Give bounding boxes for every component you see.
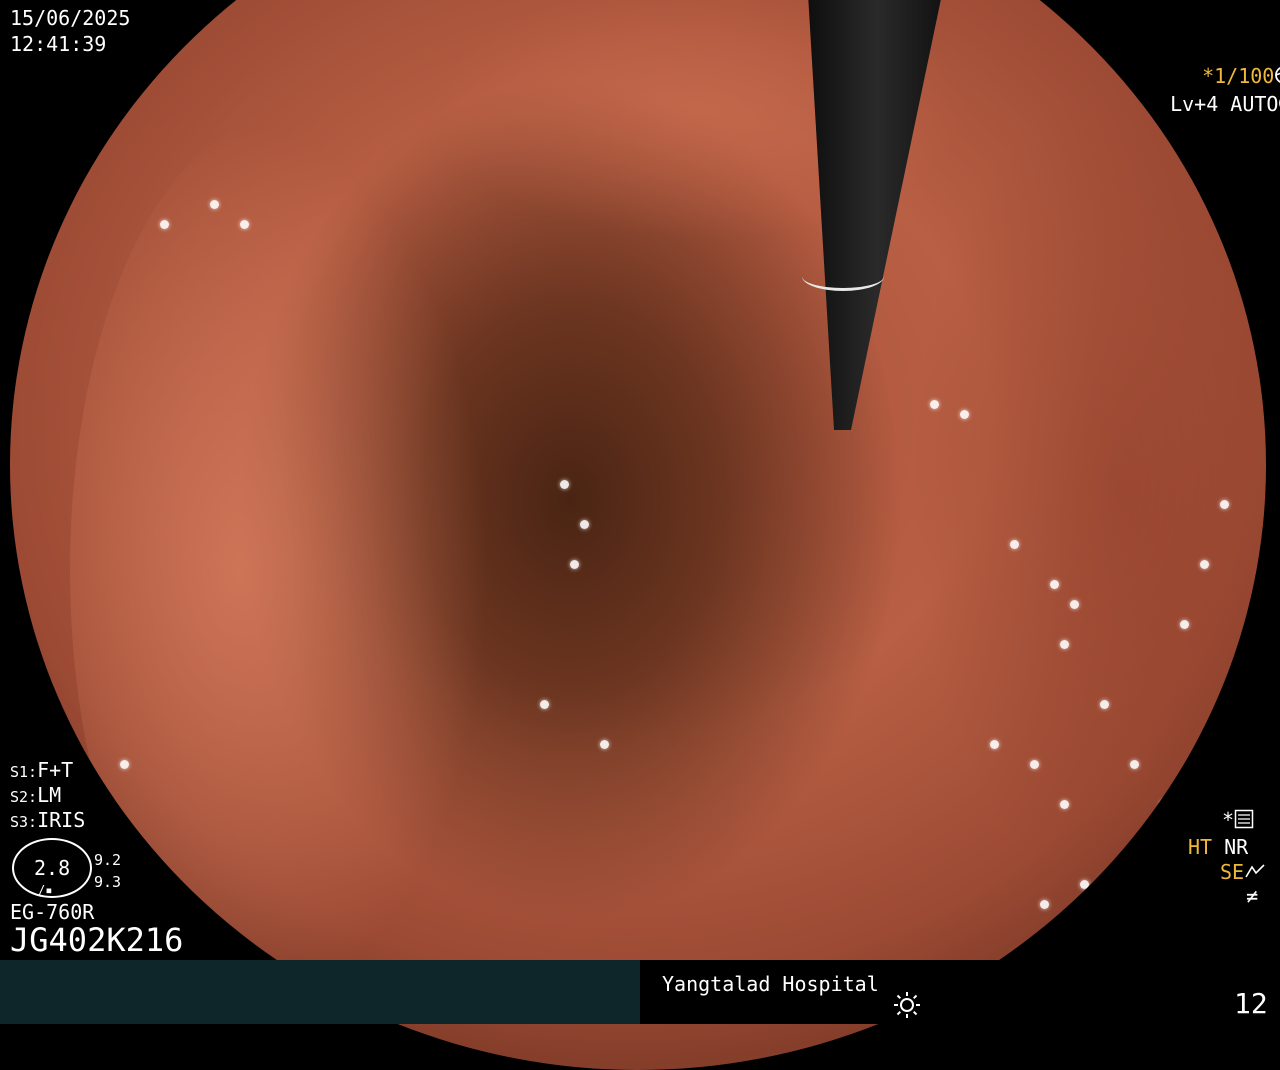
specular-glint [990, 740, 999, 749]
s3-value: IRIS [37, 808, 86, 832]
setting-s3: S3:IRIS [10, 808, 85, 834]
specular-glint [1200, 560, 1209, 569]
specular-glint [1070, 600, 1079, 609]
s2-label: S2: [10, 788, 38, 806]
se-row: SE [1220, 860, 1266, 886]
specular-glint [1060, 640, 1069, 649]
s1-value: F+T [37, 758, 74, 782]
specular-glint [1060, 800, 1069, 809]
specular-glint [960, 410, 969, 419]
specular-glint [240, 220, 249, 229]
ht-nr-row: HT NR [1188, 835, 1248, 859]
ht-label: HT [1188, 835, 1213, 859]
mucosal-fold [70, 120, 490, 1020]
settings-panel-icon [1234, 809, 1254, 834]
time-label: 12:41:39 [10, 32, 107, 56]
specular-glint [120, 760, 129, 769]
sun-icon [892, 990, 922, 1024]
specular-glint [580, 520, 589, 529]
specular-glint [600, 740, 609, 749]
settings-row: * [1222, 808, 1254, 834]
endoscopic-view [10, 0, 1266, 1070]
zoom-side-top: 9.2 [94, 851, 122, 869]
hospital-name: Yangtalad Hospital [662, 972, 879, 996]
footer-left-panel [0, 960, 640, 1024]
specular-glint [1100, 700, 1109, 709]
scope-serial: JG402K216 [10, 921, 184, 959]
asterisk-label: * [1222, 808, 1235, 832]
specular-glint [1050, 580, 1059, 589]
specular-glint [1030, 760, 1039, 769]
s2-value: LM [37, 783, 62, 807]
s3-label: S3: [10, 813, 38, 831]
structure-enhance-icon [1244, 861, 1266, 886]
specular-glint [160, 220, 169, 229]
se-label: SE [1220, 860, 1245, 884]
setting-s1: S1:F+T [10, 758, 73, 784]
specular-glint [1180, 620, 1189, 629]
level-indicator: Lv+4 AUTO [1146, 68, 1280, 118]
date-label: 15/06/2025 [10, 6, 131, 30]
specular-glint [540, 700, 549, 709]
endoscope-shaft [800, 0, 970, 430]
mucosal-fold [910, 80, 1266, 900]
specular-glint [1090, 930, 1099, 939]
s1-label: S1: [10, 763, 38, 781]
zoom-side-bottom: 9.3 [94, 873, 122, 891]
specular-glint [930, 400, 939, 409]
endoscope-ring [802, 262, 884, 291]
nr-label: NR [1224, 835, 1249, 859]
zoom-value: 2.8 [34, 856, 71, 880]
specular-glint [1130, 760, 1139, 769]
specular-glint [560, 480, 569, 489]
frame-number: 12 [1234, 987, 1268, 1020]
specular-glint [570, 560, 579, 569]
specular-glint [210, 200, 219, 209]
specular-glint [1160, 800, 1169, 809]
level-value: Lv+4 AUTO [1170, 92, 1279, 116]
specular-glint [1010, 540, 1019, 549]
setting-s2: S2:LM [10, 783, 61, 809]
not-equal-icon: ≠ [1246, 884, 1259, 908]
specular-glint [1220, 500, 1229, 509]
specular-glint [1080, 880, 1089, 889]
zoom-marker-icon: /▪ [38, 883, 53, 897]
specular-glint [1040, 900, 1049, 909]
